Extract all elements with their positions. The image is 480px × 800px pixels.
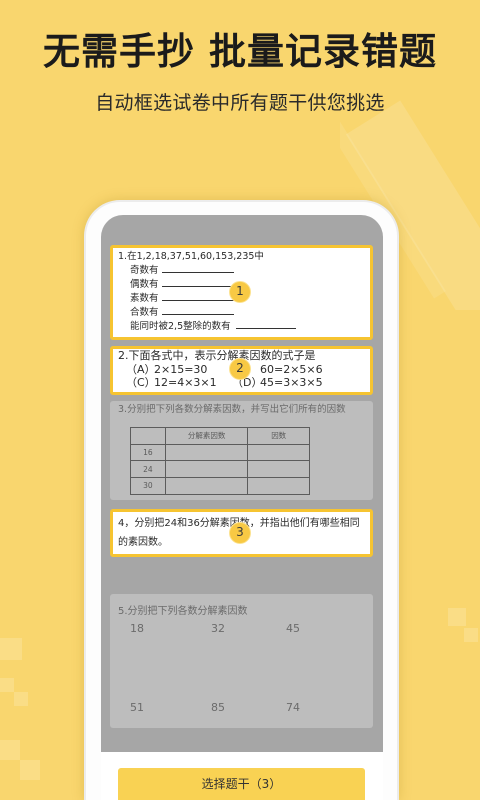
phone-screen: 1.在1,2,18,37,51,60,153,235中 奇数有 偶数有 素数有 …	[101, 215, 383, 800]
table-cell	[164, 460, 249, 479]
bottom-action-bar: 选择题干（3）	[101, 752, 383, 800]
pixel-square	[0, 678, 14, 692]
option-label: （A）	[126, 362, 156, 376]
option-value: 12=4×3×1	[154, 376, 217, 389]
answer-blank	[161, 292, 234, 301]
blank-label: 合数有	[130, 307, 159, 318]
fill-blank-row: 合数有	[118, 306, 370, 320]
table-row-label: 30	[130, 477, 166, 495]
decorative-pixel-squares	[430, 590, 480, 680]
pixel-square	[0, 638, 22, 660]
answer-blank	[235, 320, 296, 329]
question-stem: 5.分别把下列各数分解素因数	[118, 606, 248, 617]
selection-badge: 1	[229, 281, 251, 303]
headline-part-1: 无需手抄	[43, 30, 195, 73]
option-label: （C）	[126, 376, 156, 389]
number-item: 74	[286, 701, 300, 714]
table-row: 24	[130, 460, 310, 479]
table-row: 30	[130, 477, 310, 495]
blank-label: 能同时被2,5整除的数有	[130, 321, 231, 332]
pixel-square	[0, 740, 20, 760]
question-card-5[interactable]: 5.分别把下列各数分解素因数 18 32 45 51 85 74	[110, 594, 373, 728]
factor-table: 分解素因数 因数 16 24 30	[130, 427, 310, 495]
answer-blank	[161, 278, 234, 287]
fill-blank-row: 能同时被2,5整除的数有	[118, 320, 370, 334]
table-cell	[247, 460, 310, 479]
blank-label: 偶数有	[130, 279, 159, 290]
blank-label: 奇数有	[130, 265, 159, 276]
table-row-label: 24	[130, 460, 166, 479]
table-row-label: 16	[130, 443, 166, 462]
table-header-cell	[130, 427, 166, 445]
option-a: （A）2×15=30	[126, 363, 207, 377]
table-cell	[164, 477, 249, 495]
table-header-cell: 因数	[247, 427, 310, 445]
selection-badge: 2	[229, 358, 251, 380]
pixel-square	[14, 692, 28, 706]
table-header-row: 分解素因数 因数	[130, 427, 310, 445]
number-item: 51	[130, 701, 144, 714]
fill-blank-row: 奇数有	[118, 264, 370, 278]
option-value: 2×15=30	[154, 362, 208, 376]
phone-frame: 1.在1,2,18,37,51,60,153,235中 奇数有 偶数有 素数有 …	[84, 200, 399, 800]
blank-label: 素数有	[130, 293, 159, 304]
headline: 无需手抄 批量记录错题	[0, 28, 480, 76]
decorative-pixel-squares	[0, 590, 50, 800]
question-stem: 3.分别把下列各数分解素因数，并写出它们所有的因数	[118, 404, 346, 415]
number-item: 18	[130, 622, 144, 635]
headline-part-2: 批量记录错题	[209, 30, 437, 73]
pixel-square	[464, 628, 478, 642]
pixel-square	[20, 760, 40, 780]
option-c: （C）12=4×3×1	[126, 376, 217, 390]
selection-badge: 3	[229, 522, 251, 544]
number-item: 45	[286, 622, 300, 635]
answer-blank	[161, 264, 234, 273]
question-card-3[interactable]: 3.分别把下列各数分解素因数，并写出它们所有的因数 分解素因数 因数 16 24	[110, 401, 373, 500]
table-cell	[247, 443, 310, 462]
table-cell	[247, 477, 310, 495]
subheadline: 自动框选试卷中所有题干供您挑选	[95, 92, 385, 114]
table-header-cell: 分解素因数	[164, 427, 249, 445]
table-row: 16	[130, 443, 310, 462]
option-value: 60=2×5×6	[260, 362, 323, 376]
answer-blank	[161, 306, 234, 315]
number-item: 85	[211, 701, 225, 714]
table-cell	[164, 443, 249, 462]
pixel-square	[448, 608, 466, 626]
option-value: 45=3×3×5	[260, 376, 323, 389]
question-stem: 1.在1,2,18,37,51,60,153,235中	[118, 251, 264, 262]
number-item: 32	[211, 622, 225, 635]
select-stems-button[interactable]: 选择题干（3）	[118, 768, 365, 800]
